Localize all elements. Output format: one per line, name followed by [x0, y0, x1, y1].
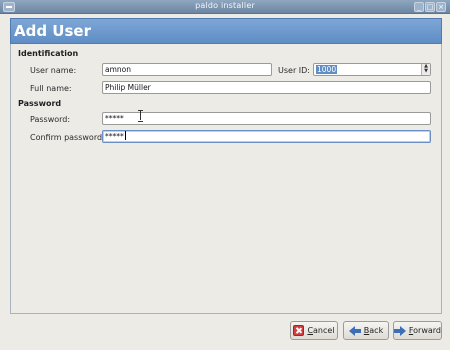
page-title: Add User	[14, 22, 91, 40]
userid-label: User ID:	[278, 66, 310, 75]
title-bar[interactable]: paldo installer _ □ ×	[0, 0, 450, 14]
back-label: Back	[363, 326, 384, 335]
username-label: User name:	[30, 66, 77, 75]
installer-window: paldo installer _ □ × Add User Identific…	[0, 0, 450, 350]
username-value: amnon	[105, 65, 131, 74]
ibeam-cursor-icon	[138, 110, 144, 122]
page-header: Add User	[10, 18, 442, 44]
identification-section-label: Identification	[18, 49, 79, 58]
confirm-password-input[interactable]: *****	[102, 130, 431, 143]
userid-stepper[interactable]: ▲ ▼	[421, 64, 430, 75]
confirm-password-value: *****	[105, 132, 124, 141]
forward-arrow-icon	[394, 325, 406, 336]
fullname-input[interactable]: Philip Müller	[102, 81, 431, 94]
password-value: *****	[105, 114, 124, 123]
cancel-icon	[293, 325, 305, 336]
cancel-label: Cancel	[307, 326, 335, 335]
spin-down-icon[interactable]: ▼	[422, 69, 430, 74]
fullname-value: Philip Müller	[105, 83, 151, 92]
forward-button[interactable]: Forward	[393, 321, 442, 340]
form-panel: Identification User name: amnon User ID:…	[10, 44, 442, 314]
cancel-button[interactable]: Cancel	[290, 321, 338, 340]
close-icon[interactable]: ×	[436, 2, 446, 12]
forward-label: Forward	[408, 326, 441, 335]
back-arrow-icon	[348, 325, 361, 336]
username-input[interactable]: amnon	[102, 63, 272, 76]
userid-selected-text: 1000	[316, 65, 338, 74]
confirm-password-label: Confirm password:	[30, 133, 105, 142]
maximize-icon[interactable]: □	[425, 2, 435, 12]
minimize-icon[interactable]: _	[414, 2, 424, 12]
text-caret	[124, 131, 126, 140]
userid-spinbutton[interactable]: 1000 ▲ ▼	[313, 63, 431, 76]
password-input[interactable]: *****	[102, 112, 431, 125]
back-button[interactable]: Back	[343, 321, 389, 340]
userid-value: 1000	[316, 65, 338, 75]
password-label: Password:	[30, 115, 71, 124]
password-section-label: Password	[18, 99, 62, 108]
window-title: paldo installer	[195, 1, 255, 10]
fullname-label: Full name:	[30, 84, 72, 93]
